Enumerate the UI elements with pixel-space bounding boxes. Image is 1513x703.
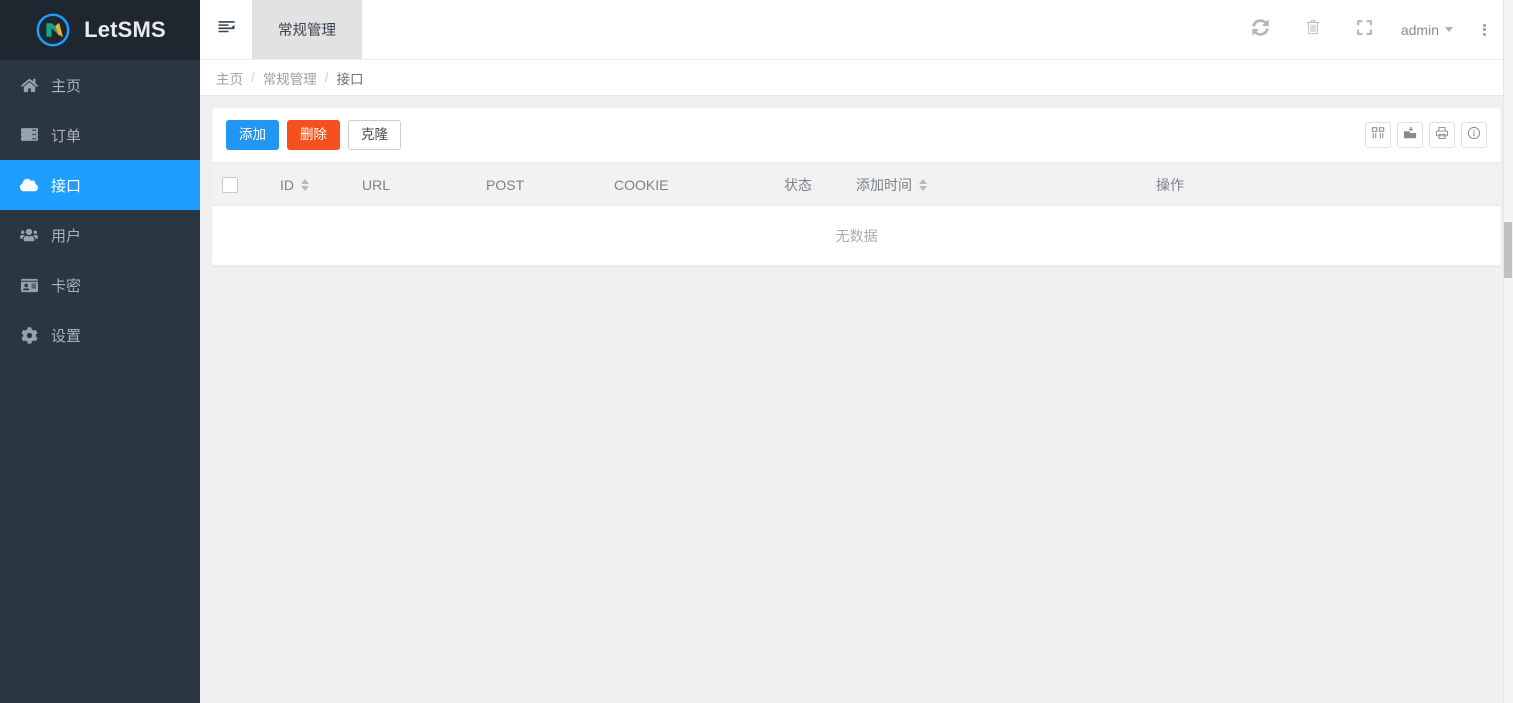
sidebar-collapse-icon [218,19,235,41]
breadcrumb-item-interface: 接口 [336,71,364,87]
topbar: 常规管理 admin [200,0,1513,60]
empty-message: 无数据 [212,205,1501,266]
columns-icon [1371,126,1385,145]
add-button[interactable]: 添加 [226,120,279,150]
sidebar-item-orders[interactable]: 订单 [0,110,200,160]
refresh-button[interactable] [1235,0,1287,60]
column-created-time[interactable]: 添加时间 [846,163,1146,206]
main-area: 常规管理 admin 主页 / 常规管理 / 接口 添加 删除 克隆 ID UR… [200,0,1513,703]
interface-card: 添加 删除 克隆 ID URL POST COOKIE 状态 添加时间 操作 无… [212,108,1501,266]
more-options-button[interactable] [1467,0,1501,60]
chevron-down-icon [1445,27,1453,32]
column-status: 状态 [774,163,846,206]
sidebar-item-label: 用户 [51,227,82,245]
sidebar-item-label: 订单 [51,127,82,145]
user-name: admin [1400,21,1439,38]
column-label: 状态 [784,176,812,193]
sidebar-item-label: 卡密 [51,277,82,295]
info-icon [1467,126,1481,145]
tab-label: 常规管理 [278,23,336,39]
brand-name: LetSMS [84,17,166,42]
sidebar-item-label: 接口 [51,177,82,195]
print-icon [1435,126,1449,145]
breadcrumb-separator: / [324,70,329,85]
breadcrumb-item-home[interactable]: 主页 [216,68,243,88]
page-scrollbar-thumb[interactable] [1504,222,1512,278]
fullscreen-button[interactable] [1339,0,1391,60]
tab-bar: 常规管理 [252,0,362,59]
users-icon [20,226,38,244]
more-vertical-icon [1482,22,1486,37]
breadcrumb-separator: / [251,70,255,85]
server-icon [20,126,38,144]
table-body: 无数据 [212,205,1501,266]
print-button[interactable] [1429,122,1455,148]
app-root: LetSMS 主页 订单 接口 用户 卡密 设置 常规管理 admin 主页 /… [0,0,1513,703]
select-all-cell [212,163,270,206]
delete-button[interactable]: 删除 [287,120,340,150]
breadcrumb: 主页 / 常规管理 / 接口 [200,60,1513,96]
columns-button[interactable] [1365,122,1391,148]
column-label: COOKIE [614,176,669,193]
sidebar-item-label: 设置 [51,327,82,345]
id-card-icon [20,276,38,294]
letsms-logo-icon [34,11,72,49]
column-label: 操作 [1156,176,1184,193]
table-tool-icons [1365,122,1487,148]
page-scrollbar[interactable] [1503,0,1513,703]
table-toolbar: 添加 删除 克隆 [212,108,1501,163]
table-header: ID URL POST COOKIE 状态 添加时间 操作 [212,163,1501,206]
breadcrumb-item-general-management[interactable]: 常规管理 [263,68,317,88]
content-area: 添加 删除 克隆 ID URL POST COOKIE 状态 添加时间 操作 无… [200,96,1513,703]
clone-button[interactable]: 克隆 [348,120,401,150]
column-post: POST [476,163,604,206]
interface-table: ID URL POST COOKIE 状态 添加时间 操作 无数据 [212,163,1501,266]
table-header-row: ID URL POST COOKIE 状态 添加时间 操作 [212,163,1501,206]
info-button[interactable] [1461,122,1487,148]
fullscreen-icon [1356,19,1373,41]
column-label: URL [362,176,391,193]
gear-icon [20,326,38,344]
tab-general-management[interactable]: 常规管理 [252,0,362,59]
cloud-icon [20,176,38,194]
export-button[interactable] [1397,122,1423,148]
sidebar-item-label: 主页 [51,77,82,95]
column-label: 添加时间 [856,176,912,193]
column-cookie: COOKIE [604,163,774,206]
refresh-icon [1252,18,1270,41]
sidebar-nav: 主页 订单 接口 用户 卡密 设置 [0,60,200,360]
sidebar-item-settings[interactable]: 设置 [0,310,200,360]
sort-icon[interactable] [919,178,927,191]
sidebar: LetSMS 主页 订单 接口 用户 卡密 设置 [0,0,200,703]
sort-icon[interactable] [301,178,309,191]
brand-logo[interactable]: LetSMS [0,0,200,60]
sidebar-item-users[interactable]: 用户 [0,210,200,260]
topbar-actions: admin [1235,0,1513,59]
clear-cache-button[interactable] [1287,0,1339,60]
select-all-checkbox[interactable] [222,177,238,194]
sidebar-item-home[interactable]: 主页 [0,60,200,110]
home-icon [20,76,38,94]
user-menu[interactable]: admin [1391,0,1467,60]
column-actions: 操作 [1146,163,1501,206]
sidebar-item-interface[interactable]: 接口 [0,160,200,210]
sidebar-item-cards[interactable]: 卡密 [0,260,200,310]
trash-icon [1305,19,1321,40]
column-id[interactable]: ID [270,163,352,206]
sidebar-collapse-button[interactable] [200,0,252,59]
column-url: URL [352,163,476,206]
column-label: POST [486,176,525,193]
export-icon [1403,126,1417,145]
column-label: ID [280,176,294,193]
table-empty-row: 无数据 [212,205,1501,266]
